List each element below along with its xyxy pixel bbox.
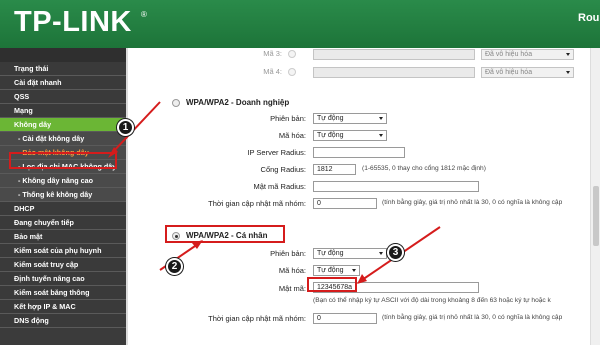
wep-key3-label: Mã 3:: [263, 49, 282, 58]
sidebar-item-access-control[interactable]: Kiểm soát truy cập: [0, 258, 126, 272]
sidebar-item-ip-mac-binding[interactable]: Kết hợp IP & MAC: [0, 300, 126, 314]
step-marker-3: 3: [387, 244, 404, 261]
wep-key4-type-select[interactable]: Đã vô hiệu hóa: [481, 67, 574, 78]
enterprise-version-label: Phiên bản:: [270, 114, 306, 123]
sidebar-item-security[interactable]: Bảo mật: [0, 230, 126, 244]
radius-password-input[interactable]: [313, 181, 479, 192]
personal-group-key-input[interactable]: 0: [313, 313, 377, 324]
sidebar-top-strip: [0, 48, 128, 62]
sidebar-item-parental-control[interactable]: Kiểm soát của phụ huynh: [0, 244, 126, 258]
sidebar-item-forwarding[interactable]: Đang chuyển tiếp: [0, 216, 126, 230]
chevron-down-icon: [379, 252, 383, 255]
enterprise-encryption-label: Mã hóa:: [278, 131, 306, 140]
personal-version-label: Phiên bản:: [270, 249, 306, 258]
wpa-enterprise-radio[interactable]: [172, 99, 180, 107]
sidebar-item-qss[interactable]: QSS: [0, 90, 126, 104]
sidebar-item-quick-setup[interactable]: Cài đặt nhanh: [0, 76, 126, 90]
wep-key3-input[interactable]: [313, 49, 475, 60]
sidebar-item-wireless-advanced[interactable]: - Không dây nâng cao: [0, 174, 126, 188]
page-scrollbar[interactable]: [590, 48, 600, 345]
wpa-enterprise-title: WPA/WPA2 - Doanh nghiệp: [186, 98, 290, 107]
personal-encryption-label: Mã hóa:: [278, 266, 306, 275]
wep-key4-radio[interactable]: [288, 68, 296, 76]
personal-password-note: (Bạn có thể nhập ký tự ASCII với độ dài …: [313, 297, 551, 304]
highlight-wpa-personal: [165, 225, 285, 243]
highlight-wireless-security: [9, 152, 117, 169]
chevron-down-icon: [379, 117, 383, 120]
radius-server-ip-label: IP Server Radius:: [247, 148, 306, 157]
scrollbar-thumb[interactable]: [593, 186, 599, 246]
personal-group-key-label: Thời gian cập nhật mã nhóm:: [208, 314, 306, 323]
chevron-down-icon: [566, 71, 570, 74]
sidebar-item-advanced-routing[interactable]: Định tuyến nâng cao: [0, 272, 126, 286]
enterprise-group-key-note: (tính bằng giây, giá trị nhỏ nhất là 30,…: [382, 199, 563, 206]
sidebar-item-dynamic-dns[interactable]: DNS động: [0, 314, 126, 328]
highlight-password-field: [307, 277, 357, 292]
sidebar-divider: [126, 48, 128, 345]
sidebar-item-status[interactable]: Trạng thái: [0, 62, 126, 76]
sidebar-item-bandwidth-control[interactable]: Kiểm soát băng thông: [0, 286, 126, 300]
personal-version-select[interactable]: Tự động: [313, 248, 387, 259]
enterprise-group-key-input[interactable]: 0: [313, 198, 377, 209]
wep-key4-input[interactable]: [313, 67, 475, 78]
chevron-down-icon: [566, 53, 570, 56]
header-bar: TP-LINK ® Rou: [0, 0, 600, 48]
registered-mark: ®: [141, 10, 147, 19]
sidebar-item-network[interactable]: Mạng: [0, 104, 126, 118]
wep-key4-label: Mã 4:: [263, 67, 282, 76]
sidebar-item-wireless-settings[interactable]: - Cài đặt không dây: [0, 132, 126, 146]
chevron-down-icon: [379, 134, 383, 137]
sidebar-item-wireless[interactable]: Không dây: [0, 118, 126, 132]
step-marker-1: 1: [117, 119, 134, 136]
enterprise-version-select[interactable]: Tự động: [313, 113, 387, 124]
enterprise-group-key-label: Thời gian cập nhật mã nhóm:: [208, 199, 306, 208]
enterprise-encryption-select[interactable]: Tự động: [313, 130, 387, 141]
sidebar-item-wireless-stats[interactable]: - Thống kê không dây: [0, 188, 126, 202]
personal-group-key-note: (tính bằng giây, giá trị nhỏ nhất là 30,…: [382, 314, 563, 321]
wep-key3-radio[interactable]: [288, 50, 296, 58]
radius-port-label: Cổng Radius:: [260, 165, 306, 174]
chevron-down-icon: [352, 269, 356, 272]
radius-server-ip-input[interactable]: [313, 147, 405, 158]
radius-port-input[interactable]: 1812: [313, 164, 356, 175]
personal-encryption-select[interactable]: Tự động: [313, 265, 360, 276]
tp-link-logo: TP-LINK: [14, 6, 132, 38]
wep-key3-type-select[interactable]: Đã vô hiệu hóa: [481, 49, 574, 60]
header-product-name: Rou: [578, 12, 600, 24]
radius-port-note: (1-65535, 0 thay cho cổng 1812 mặc định): [362, 165, 486, 172]
sidebar-item-dhcp[interactable]: DHCP: [0, 202, 126, 216]
radius-password-label: Mật mã Radius:: [253, 182, 306, 191]
personal-password-label: Mật mã:: [278, 284, 306, 293]
step-marker-2: 2: [166, 258, 183, 275]
sidebar-nav: Trạng thái Cài đặt nhanh QSS Mạng Không …: [0, 48, 128, 345]
